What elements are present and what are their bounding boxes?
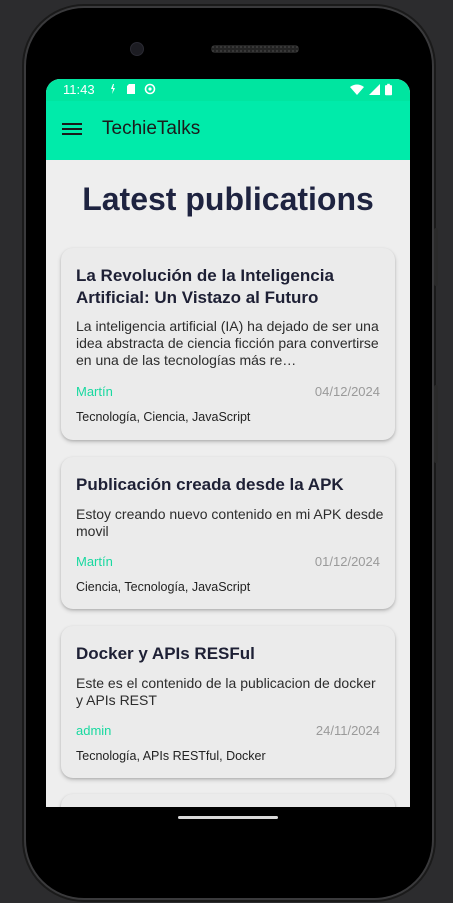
publication-title: Publicación creada desde la APK	[76, 475, 344, 494]
publication-card[interactable]: Docker y APIs RESFul Este es el contenid…	[61, 626, 395, 778]
publication-tags: Tecnología, APIs RESTful, Docker	[76, 749, 266, 763]
power-button	[434, 385, 438, 463]
publication-excerpt: Estoy creando nuevo contenido en mi APK …	[76, 506, 384, 539]
sync-icon	[144, 83, 156, 95]
publication-author[interactable]: admin	[76, 723, 111, 738]
app-bar: TechieTalks	[46, 101, 410, 160]
publication-excerpt: La inteligencia artificial (IA) ha dejad…	[76, 318, 379, 368]
page-title: Latest publications	[82, 181, 374, 217]
publication-card[interactable]	[61, 794, 395, 807]
sd-card-icon	[127, 84, 135, 94]
publication-title: La Revolución de la Inteligencia Artific…	[76, 266, 334, 307]
volume-button	[434, 228, 438, 286]
front-camera	[130, 42, 144, 56]
status-time: 11:43	[63, 82, 95, 97]
app-title: TechieTalks	[102, 118, 201, 139]
publication-tags: Ciencia, Tecnología, JavaScript	[76, 580, 251, 594]
wifi-icon	[350, 84, 364, 95]
data-saver-icon	[111, 84, 115, 94]
status-bar: 11:43	[46, 79, 410, 101]
app-screen: 11:43 TechieTalks Latest publications La…	[46, 79, 410, 807]
battery-icon	[385, 83, 392, 96]
publication-author[interactable]: Martín	[76, 384, 113, 399]
status-icons-right	[350, 83, 392, 96]
publication-date: 01/12/2024	[314, 554, 380, 569]
signal-icon	[369, 84, 380, 95]
publication-date: 04/12/2024	[314, 384, 380, 399]
publication-date: 24/11/2024	[315, 723, 380, 738]
gesture-nav-bar	[46, 807, 410, 847]
publication-tags: Tecnología, Ciencia, JavaScript	[76, 410, 251, 424]
earpiece-speaker	[211, 45, 299, 53]
publications-list[interactable]: Latest publications La Revolución de la …	[46, 160, 410, 807]
publication-author[interactable]: Martín	[76, 554, 113, 569]
publication-excerpt: Este es el contenido de la publicacion d…	[76, 675, 376, 708]
publication-card[interactable]: Publicación creada desde la APK Estoy cr…	[61, 457, 395, 609]
publication-title: Docker y APIs RESFul	[76, 644, 255, 663]
hamburger-menu-icon[interactable]	[62, 120, 82, 138]
status-icons-left	[108, 83, 156, 95]
home-gesture-handle[interactable]	[178, 816, 278, 819]
publication-card[interactable]: La Revolución de la Inteligencia Artific…	[61, 248, 395, 440]
